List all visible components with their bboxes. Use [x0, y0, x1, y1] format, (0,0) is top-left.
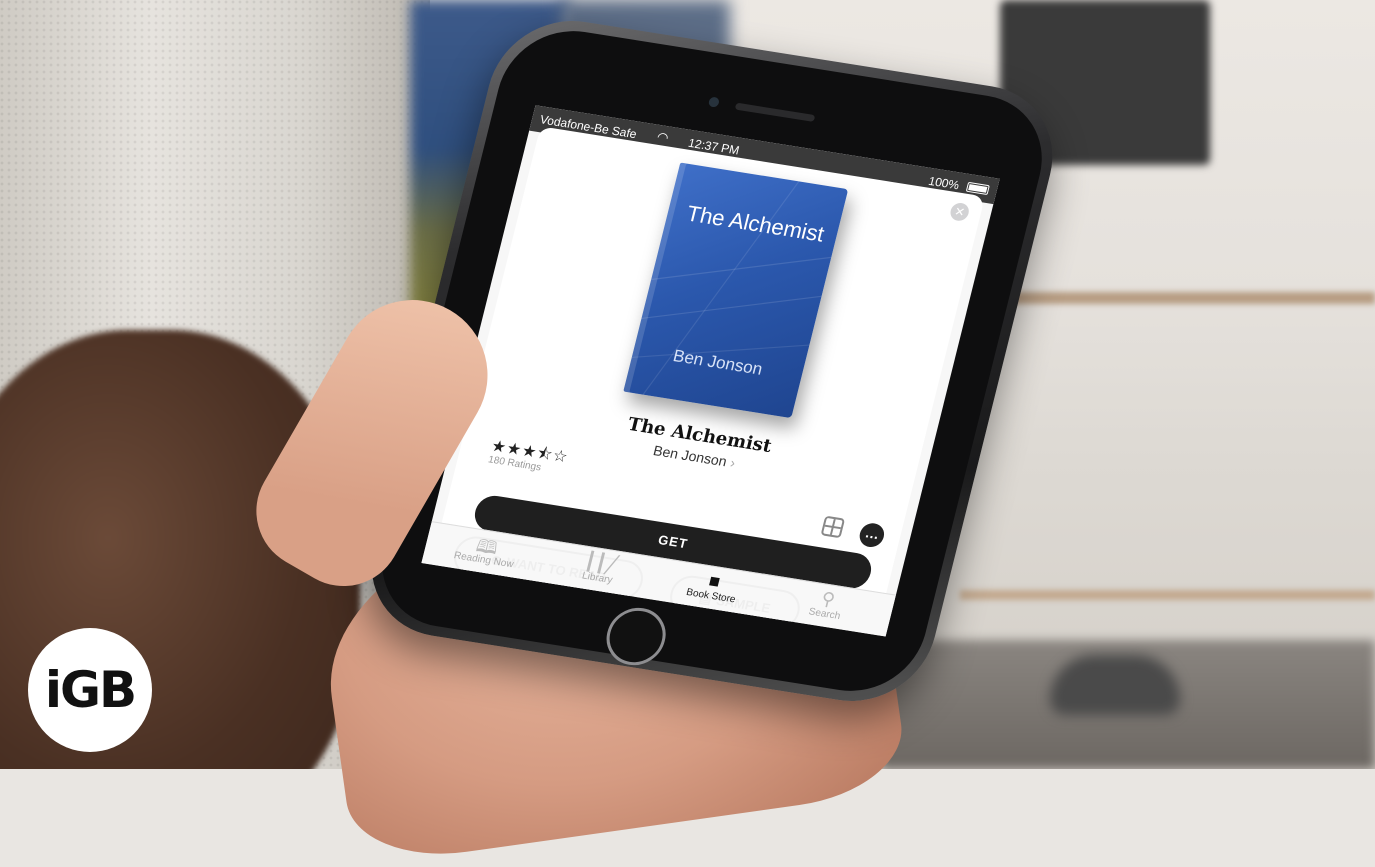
- book-cover: The Alchemist Ben Jonson: [623, 162, 849, 419]
- front-camera: [707, 96, 721, 108]
- earpiece-speaker: [734, 102, 816, 122]
- igb-logo: iGB: [28, 628, 152, 752]
- close-button[interactable]: ✕: [948, 201, 971, 223]
- battery-icon: [965, 181, 990, 196]
- cover-pattern: [631, 181, 832, 395]
- wifi-icon: ◠: [655, 128, 671, 146]
- wall-ledge: [980, 292, 1375, 304]
- computer-mouse: [1050, 655, 1180, 715]
- chevron-right-icon: ›: [728, 454, 738, 471]
- phone-screen: Vodafone-Be Safe ◠ 12:37 PM 100% ✕ The A…: [421, 105, 1000, 637]
- gift-icon[interactable]: [820, 515, 846, 539]
- home-button[interactable]: [600, 603, 672, 670]
- more-options-button[interactable]: …: [857, 521, 887, 549]
- wall-ledge: [960, 590, 1375, 600]
- book-detail-card: ✕ The Alchemist Ben Jonson The Alchemist…: [438, 126, 986, 633]
